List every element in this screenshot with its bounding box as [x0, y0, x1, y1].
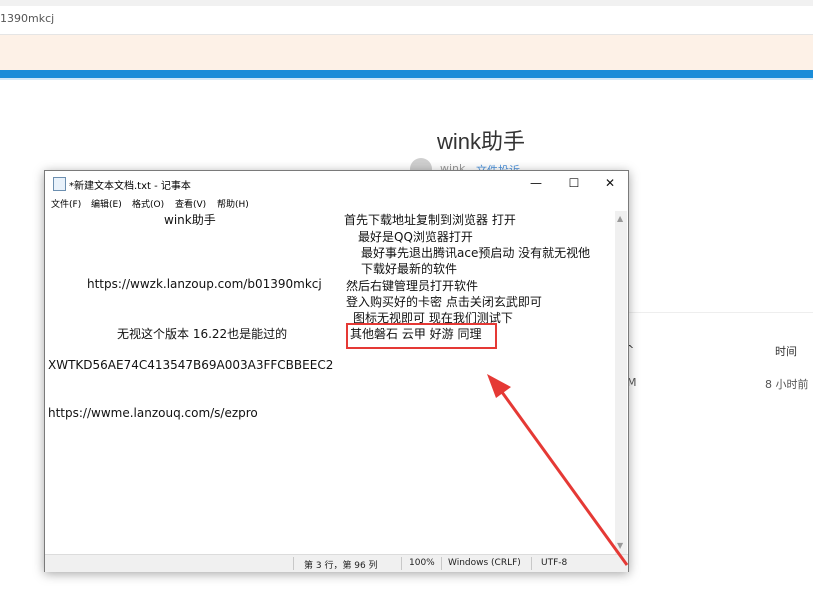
annotation-arrow-icon — [487, 374, 629, 566]
